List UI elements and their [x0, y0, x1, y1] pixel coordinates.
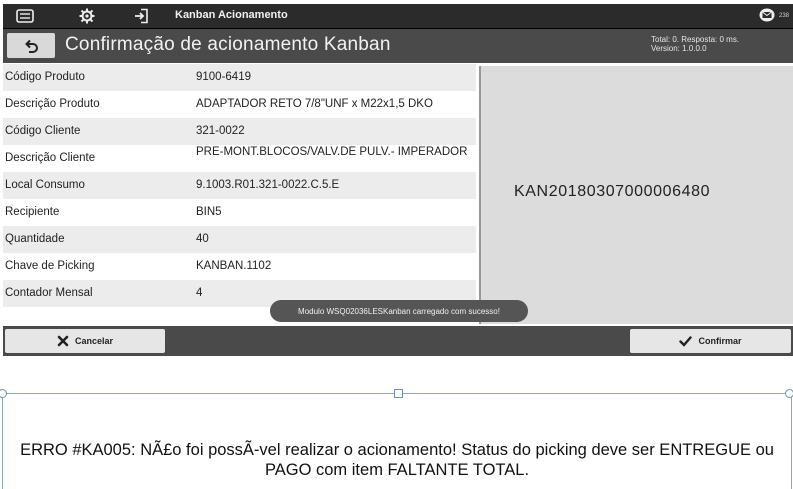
- table-row: Código Cliente 321-0022: [3, 118, 476, 145]
- row-label: Recipiente: [5, 206, 60, 218]
- confirm-button[interactable]: Confirmar: [630, 329, 791, 353]
- confirm-label: Confirmar: [698, 336, 742, 346]
- error-text-box[interactable]: ERRO #KA005: NÃ£o foi possÃ-vel realizar…: [0, 389, 793, 489]
- row-label: Local Consumo: [5, 179, 85, 191]
- row-value: 9100-6419: [196, 71, 251, 83]
- table-row: Chave de Picking KANBAN.1102: [3, 253, 476, 280]
- close-icon: [57, 335, 69, 347]
- row-label: Código Cliente: [5, 125, 81, 137]
- error-message: ERRO #KA005: NÃ£o foi possÃ-vel realizar…: [20, 441, 774, 479]
- row-value: KANBAN.1102: [196, 260, 272, 272]
- stats-total: Total: 0. Resposta: 0 ms.: [651, 35, 740, 44]
- kanban-code: KAN20180307000006480: [514, 183, 711, 200]
- details-table: Código Produto 9100-6419 Descrição Produ…: [3, 64, 476, 307]
- check-icon: [679, 335, 693, 347]
- mail-icon[interactable]: [759, 8, 775, 22]
- gear-icon: [79, 8, 95, 24]
- kanban-code-panel: KAN20180307000006480: [479, 66, 793, 324]
- menu-icon: [16, 9, 34, 23]
- menu-button[interactable]: [7, 6, 43, 26]
- resize-handle[interactable]: [785, 389, 793, 398]
- back-arrow-icon: [25, 39, 38, 53]
- row-value: ADAPTADOR RETO 7/8"UNF x M22x1,5 DKO: [196, 98, 433, 110]
- login-button[interactable]: [123, 6, 159, 26]
- mail-count-badge: 238: [778, 13, 789, 19]
- cancel-label: Cancelar: [74, 336, 114, 346]
- login-icon: [135, 8, 148, 24]
- table-row: Local Consumo 9.1003.R01.321-0022.C.5.E: [3, 172, 476, 199]
- toast-message: Modulo WSQ02036LESKanban carregado com s…: [270, 300, 528, 322]
- app-title: Kanban Acionamento: [175, 9, 288, 21]
- row-label: Código Produto: [5, 71, 85, 83]
- table-row: Recipiente BIN5: [3, 199, 476, 226]
- row-value: 40: [196, 233, 209, 245]
- bottom-action-bar: Cancelar Confirmar: [3, 326, 793, 356]
- row-value: PRE-MONT.BLOCOS/VALV.DE PULV.- IMPERADOR: [196, 146, 468, 158]
- back-button[interactable]: [7, 33, 55, 58]
- resize-handle[interactable]: [0, 389, 7, 398]
- row-value: BIN5: [196, 206, 222, 218]
- kanban-app-screen: Kanban Acionamento 238 Confirmação de ac…: [3, 4, 793, 356]
- row-label: Chave de Picking: [5, 260, 95, 272]
- row-label: Descrição Produto: [5, 98, 100, 110]
- row-value: 4: [196, 287, 203, 299]
- row-label: Contador Mensal: [5, 287, 93, 299]
- row-value: 321-0022: [196, 125, 245, 137]
- table-row: Descrição Cliente PRE-MONT.BLOCOS/VALV.D…: [3, 145, 476, 172]
- resize-handle[interactable]: [394, 389, 403, 398]
- page-header: Confirmação de acionamento Kanban Total:…: [3, 29, 793, 63]
- cancel-button[interactable]: Cancelar: [5, 329, 165, 353]
- row-label: Descrição Cliente: [5, 152, 96, 164]
- stats-version: Version: 1.0.0.0: [651, 44, 707, 53]
- row-label: Quantidade: [5, 233, 65, 245]
- table-row: Quantidade 40: [3, 226, 476, 253]
- row-value: 9.1003.R01.321-0022.C.5.E: [196, 179, 340, 191]
- table-row: Código Produto 9100-6419: [3, 64, 476, 91]
- page-title: Confirmação de acionamento Kanban: [65, 34, 391, 55]
- table-row: Descrição Produto ADAPTADOR RETO 7/8"UNF…: [3, 91, 476, 118]
- response-stats: Total: 0. Resposta: 0 ms. Version: 1.0.0…: [651, 35, 739, 53]
- settings-button[interactable]: [69, 6, 105, 26]
- top-action-bar: Kanban Acionamento 238: [3, 4, 793, 29]
